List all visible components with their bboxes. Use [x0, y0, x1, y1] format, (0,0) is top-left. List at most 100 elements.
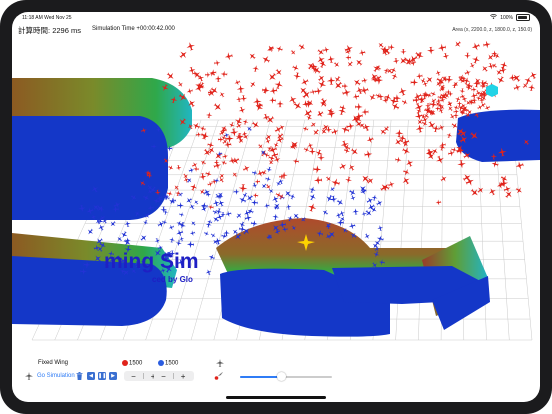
aircraft [314, 87, 323, 96]
aircraft [219, 92, 225, 98]
aircraft [336, 199, 344, 206]
aircraft [188, 167, 195, 174]
aircraft [320, 97, 328, 105]
aircraft [527, 83, 536, 92]
terrain-left-top [12, 78, 192, 220]
aircraft [448, 106, 453, 112]
aircraft [529, 71, 537, 80]
aircraft [401, 99, 408, 106]
aircraft-mode-icon[interactable] [25, 372, 33, 382]
aircraft [345, 176, 352, 184]
aircraft [177, 202, 184, 209]
aircraft [240, 95, 248, 102]
aircraft [210, 233, 216, 238]
aircraft [212, 199, 220, 207]
stepper-2[interactable]: − + [154, 371, 194, 381]
aircraft [199, 125, 206, 132]
aircraft [252, 65, 260, 72]
aircraft [262, 56, 271, 64]
aircraft [238, 106, 246, 114]
aircraft [263, 202, 270, 209]
aircraft [200, 160, 207, 166]
aircraft [349, 189, 356, 196]
aircraft [224, 52, 233, 61]
aircraft [247, 126, 253, 132]
aircraft [289, 96, 297, 104]
aircraft [220, 70, 228, 78]
aircraft [341, 125, 350, 134]
cyan-hex-marker [486, 84, 498, 97]
aircraft [169, 237, 175, 243]
aircraft [267, 46, 274, 52]
aircraft [497, 76, 505, 84]
aircraft [276, 100, 284, 108]
aircraft [269, 96, 276, 104]
aircraft [373, 65, 380, 73]
aircraft [410, 78, 419, 87]
spread-icon[interactable] [214, 372, 223, 383]
aircraft [236, 84, 245, 93]
aircraft [209, 70, 216, 77]
aircraft [275, 68, 282, 75]
aircraft-icon[interactable] [216, 359, 224, 369]
rewind-button[interactable]: ◀ [87, 372, 95, 380]
aircraft [355, 102, 363, 111]
aircraft [342, 82, 349, 90]
aircraft [317, 48, 324, 56]
play-button[interactable]: ▶ [109, 372, 117, 380]
aircraft [310, 122, 316, 128]
blue-count-value: 1500 [165, 360, 179, 367]
aircraft [268, 188, 274, 194]
aircraft [362, 123, 371, 132]
go-simulation-button[interactable]: Go Simulation [37, 373, 75, 379]
aircraft [513, 84, 521, 92]
aircraft [269, 72, 277, 81]
aircraft [391, 73, 398, 80]
aircraft [262, 183, 267, 189]
aircraft [236, 213, 242, 219]
aircraft [344, 44, 353, 53]
aircraft [233, 188, 240, 195]
aircraft [203, 148, 211, 156]
aircraft [251, 199, 258, 207]
aircraft [194, 200, 199, 205]
aircraft [342, 88, 351, 97]
aircraft [292, 64, 299, 72]
stepper-2-plus[interactable]: + [174, 372, 193, 381]
simulation-viewport[interactable]: ming Sim ced by Glo [12, 38, 540, 354]
aircraft [327, 55, 335, 63]
aircraft [290, 49, 296, 55]
aircraft [168, 224, 175, 230]
aircraft [350, 148, 358, 155]
aircraft [186, 240, 194, 249]
aircraft [239, 196, 247, 204]
aircraft [292, 158, 299, 165]
trash-icon[interactable] [76, 372, 83, 382]
aircraft [440, 176, 447, 182]
aircraft [435, 199, 442, 206]
stepper-2-minus[interactable]: − [154, 372, 173, 381]
blue-team-icon [158, 360, 164, 366]
aircraft [244, 214, 252, 222]
speed-slider[interactable] [240, 372, 332, 382]
aircraft [438, 43, 447, 52]
aircraft [395, 156, 402, 164]
aircraft [265, 134, 272, 140]
slider-knob[interactable] [276, 372, 286, 382]
pause-button[interactable]: ❚❚ [98, 372, 106, 380]
aircraft [308, 148, 317, 156]
aircraft [435, 70, 441, 76]
overlay-subtitle: ced by Glo [152, 275, 193, 284]
ipad-frame: 11:18 AM Wed Nov 25 100% 計算時間: 2296 ms S… [0, 0, 552, 414]
aircraft [455, 41, 462, 47]
aircraft [205, 71, 211, 78]
aircraft [309, 193, 316, 201]
stepper-1-minus[interactable]: − [124, 372, 143, 381]
aircraft [352, 93, 360, 100]
aircraft [415, 124, 425, 133]
aircraft [177, 81, 183, 87]
aircraft [459, 88, 466, 94]
red-team-icon [122, 360, 128, 366]
aircraft [242, 192, 248, 198]
aircraft [484, 105, 491, 111]
